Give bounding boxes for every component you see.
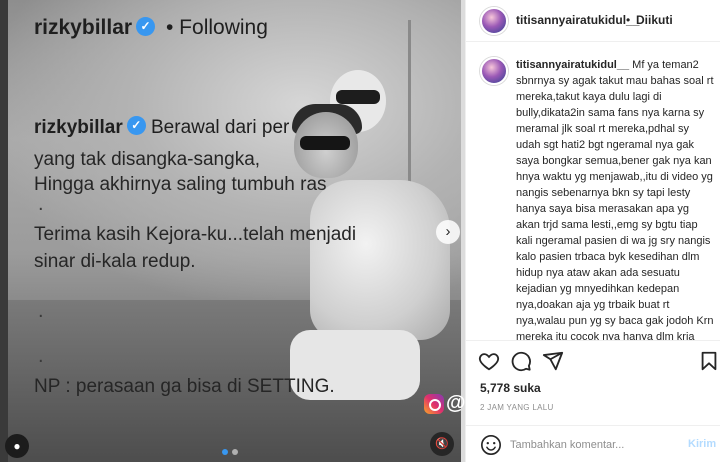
- overlay-username-top: rizkybillar ✓: [34, 16, 156, 40]
- emoji-icon[interactable]: [480, 434, 502, 456]
- share-icon[interactable]: [542, 350, 564, 372]
- comments-section[interactable]: titisannyairatukidul__ Mf ya teman2 sbnr…: [466, 43, 720, 340]
- carousel-indicator: [222, 449, 238, 455]
- header-separator: •: [626, 13, 631, 27]
- overlay-line-2: yang tak disangka-sangka,: [34, 149, 261, 170]
- overlay-line-1: Berawal dari per: [151, 117, 290, 138]
- post-panel: titisannyairatukidul__ • Diikuti titisan…: [465, 0, 720, 462]
- heart-icon[interactable]: [478, 350, 500, 372]
- woman-sunglasses: [336, 90, 380, 104]
- overlay-username-text: rizkybillar: [34, 117, 123, 138]
- action-bar: [466, 340, 720, 380]
- post-media[interactable]: rizkybillar ✓ • Following rizkybillar ✓ Be…: [0, 0, 465, 462]
- overlay-line-5: sinar di-kala redup.: [34, 251, 196, 272]
- follow-status-button[interactable]: Diikuti: [636, 13, 673, 27]
- media-left-edge: [0, 0, 8, 462]
- overlay-username: rizkybillar ✓ Berawal dari per: [34, 116, 290, 139]
- caption-text: Mf ya teman2 sbnrnya sy agak takut mau b…: [516, 59, 714, 340]
- overlay-dot-1: .: [38, 193, 44, 215]
- bookmark-icon[interactable]: [698, 350, 720, 372]
- post-header: titisannyairatukidul__ • Diikuti: [466, 0, 720, 42]
- caption: titisannyairatukidul__ Mf ya teman2 sbnr…: [516, 57, 714, 340]
- verified-badge-icon: ✓: [136, 16, 156, 36]
- overlay-dot-3: .: [38, 345, 44, 367]
- overlay-following: • Following: [166, 16, 268, 39]
- comment-input[interactable]: [510, 435, 680, 455]
- couple-body: [310, 180, 450, 340]
- overlay-line-4: Terima kasih Kejora-ku...telah menjadi: [34, 224, 357, 245]
- post-comment-button[interactable]: Kirim: [688, 438, 716, 450]
- comment-icon[interactable]: [510, 350, 532, 372]
- watermark-at: @: [446, 392, 465, 414]
- avatar[interactable]: [480, 7, 508, 35]
- man-sunglasses: [300, 136, 350, 150]
- instagram-logo-icon: [424, 394, 444, 414]
- caption-avatar[interactable]: [480, 57, 508, 85]
- header-username[interactable]: titisannyairatukidul__: [516, 13, 639, 27]
- likes-count[interactable]: 5,778 suka: [480, 381, 541, 395]
- chevron-right-icon[interactable]: ›: [436, 220, 460, 244]
- tagged-user-icon[interactable]: ●: [5, 434, 29, 458]
- caption-username[interactable]: titisannyairatukidul__: [516, 59, 629, 71]
- carousel-dot-active: [222, 449, 228, 455]
- mute-icon[interactable]: 🔇: [430, 432, 454, 456]
- overlay-line-3: Hingga akhirnya saling tumbuh ras: [34, 174, 327, 195]
- carousel-dot: [232, 449, 238, 455]
- overlay-username-top-text: rizkybillar: [34, 16, 133, 39]
- add-comment-bar: Kirim: [466, 425, 720, 462]
- verified-badge-icon: ✓: [126, 116, 146, 136]
- overlay-dot-2: .: [38, 300, 44, 322]
- overlay-line-6: NP : perasaan ga bisa di SETTING.: [34, 376, 335, 397]
- post-timestamp[interactable]: 2 JAM YANG LALU: [480, 403, 554, 412]
